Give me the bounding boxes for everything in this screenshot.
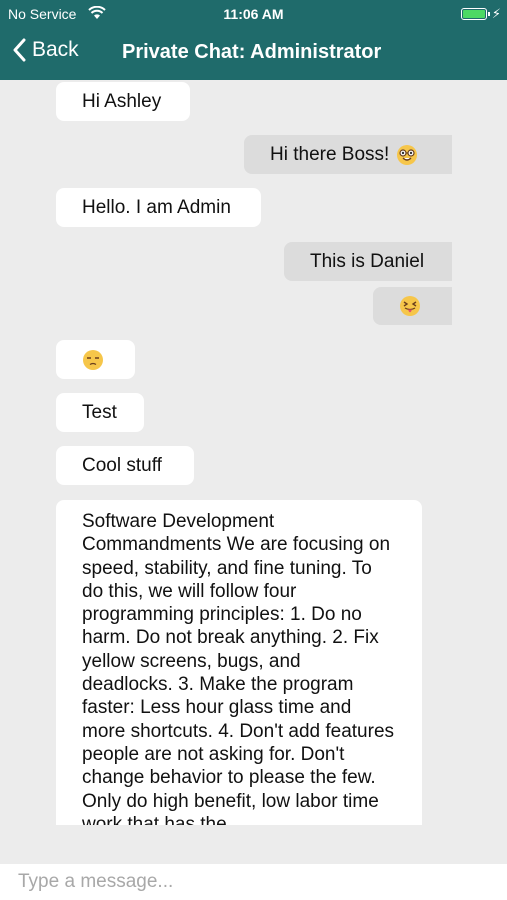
message-text: Hi Ashley bbox=[82, 90, 162, 112]
squinting-tongue-face-emoji-icon bbox=[400, 296, 420, 316]
charging-bolt-icon: ⚡ bbox=[491, 6, 501, 21]
composer bbox=[0, 864, 507, 900]
message-bubble[interactable] bbox=[56, 340, 135, 379]
message-list[interactable]: Hi Ashley Hi there Boss! Hello. I am Adm… bbox=[0, 80, 507, 825]
message-text: Cool stuff bbox=[82, 454, 162, 476]
header: No Service 11:06 AM ⚡ Back Private Chat:… bbox=[0, 0, 507, 80]
message-bubble[interactable]: Test bbox=[56, 393, 144, 432]
chevron-left-icon bbox=[13, 38, 26, 62]
status-bar: No Service 11:06 AM ⚡ bbox=[0, 0, 507, 28]
clock: 11:06 AM bbox=[223, 6, 284, 22]
nerd-face-emoji-icon bbox=[397, 144, 418, 165]
message-text: Hi there Boss! bbox=[270, 143, 390, 165]
message-bubble[interactable]: Software Development Commandments We are… bbox=[56, 500, 422, 825]
battery-fill bbox=[463, 10, 485, 18]
unamused-face-emoji-icon bbox=[83, 349, 103, 370]
message-text: Hello. I am Admin bbox=[82, 196, 231, 218]
nav-bar: Back Private Chat: Administrator bbox=[0, 28, 507, 80]
message-bubble[interactable] bbox=[373, 287, 452, 325]
battery-icon bbox=[461, 8, 490, 20]
message-text: Software Development Commandments We are… bbox=[82, 511, 395, 825]
message-bubble[interactable]: This is Daniel bbox=[284, 242, 452, 281]
message-text: Test bbox=[82, 401, 117, 423]
page-title: Private Chat: Administrator bbox=[122, 41, 382, 63]
back-button[interactable]: Back bbox=[12, 38, 79, 62]
message-bubble[interactable]: Hello. I am Admin bbox=[56, 188, 261, 227]
message-input[interactable] bbox=[0, 864, 507, 900]
message-bubble[interactable]: Hi there Boss! bbox=[244, 135, 452, 174]
message-bubble[interactable]: Hi Ashley bbox=[56, 82, 190, 121]
message-bubble[interactable]: Cool stuff bbox=[56, 446, 194, 485]
back-label: Back bbox=[32, 38, 79, 61]
message-text: This is Daniel bbox=[310, 250, 425, 272]
